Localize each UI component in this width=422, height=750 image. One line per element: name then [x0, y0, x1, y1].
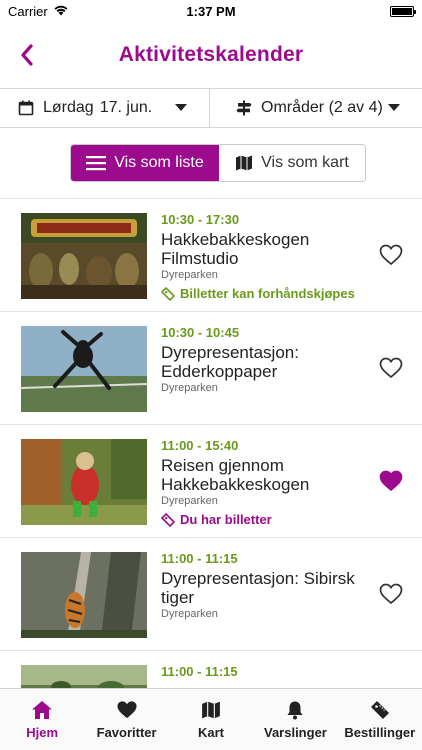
event-place: Dyreparken: [161, 269, 218, 281]
event-place: Dyreparken: [161, 382, 218, 394]
favorite-button[interactable]: [378, 582, 404, 606]
map-view-button[interactable]: Vis som kart: [219, 145, 365, 181]
tab-map[interactable]: Kart: [169, 689, 253, 750]
event-thumbnail: [21, 213, 147, 299]
map-view-label: Vis som kart: [261, 154, 349, 171]
event-info: 10:30 - 10:45 Dyrepresentasjon: Edderkop…: [161, 325, 366, 395]
event-thumbnail: [21, 665, 147, 688]
event-time: 11:00 - 15:40: [161, 438, 239, 453]
tab-orders[interactable]: Bestillinger: [338, 689, 422, 750]
caret-down-icon: [175, 104, 187, 112]
event-title: Dyrepresentasjon: Sibirsk tiger: [161, 569, 355, 607]
list-view-label: Vis som liste: [114, 154, 204, 171]
nav-bar: Aktivitetskalender: [0, 22, 422, 88]
event-tag: Du har billetter: [161, 512, 366, 528]
date-filter[interactable]: Lørdag 17. jun.: [0, 89, 210, 127]
event-title: Hakkebakkeskogen Filmstudio: [161, 230, 310, 268]
favorite-button[interactable]: [378, 356, 404, 380]
status-left: Carrier: [8, 4, 69, 19]
back-button[interactable]: [12, 40, 42, 70]
ticket-icon: [370, 699, 390, 721]
event-tag-label: Du har billetter: [180, 512, 272, 527]
home-icon: [31, 699, 53, 721]
event-item[interactable]: 11:00 - 11:15 Dyrepresentasjon: Sibirsk …: [0, 538, 422, 651]
event-item[interactable]: 11:00 - 15:40 Reisen gjennom Hakkebakkes…: [0, 425, 422, 538]
heart-outline-icon: [379, 583, 403, 605]
heart-filled-icon: [379, 470, 403, 492]
event-item[interactable]: 10:30 - 10:45 Dyrepresentasjon: Edderkop…: [0, 312, 422, 425]
tab-notifications-label: Varslinger: [263, 725, 327, 740]
heart-outline-icon: [379, 244, 403, 266]
page-title: Aktivitetskalender: [118, 43, 304, 66]
battery-icon: [390, 5, 416, 17]
ticket-icon: [161, 513, 175, 527]
event-list: 10:30 - 17:30 Hakkebakkeskogen Filmstudi…: [0, 198, 422, 688]
tab-favorites-label: Favoritter: [96, 725, 157, 740]
event-item[interactable]: 11:00 - 11:15: [0, 651, 422, 688]
battery-level: [392, 7, 412, 15]
favorite-button[interactable]: [378, 469, 404, 493]
event-place: Dyreparken: [161, 495, 218, 507]
ticket-icon: [161, 287, 175, 301]
event-info: 11:00 - 11:15 Dyrepresentasjon: Sibirsk …: [161, 551, 366, 621]
event-time: 11:00 - 11:15: [161, 551, 238, 566]
map-icon: [236, 155, 253, 171]
list-view-button[interactable]: Vis som liste: [71, 145, 219, 181]
event-info: 11:00 - 11:15: [161, 664, 366, 680]
view-toggle: Vis som liste Vis som kart: [70, 144, 366, 182]
filter-bar: Lørdag 17. jun. Områder (2 av 4): [0, 88, 422, 128]
event-tag: Billetter kan forhåndskjøpes: [161, 286, 366, 302]
event-thumbnail: [21, 326, 147, 412]
event-thumbnail: [21, 439, 147, 525]
signpost-icon: [236, 100, 252, 116]
event-time: 10:30 - 10:45: [161, 325, 240, 340]
chevron-left-icon: [21, 44, 33, 66]
heart-outline-icon: [379, 357, 403, 379]
date-filter-day: Lørdag: [43, 99, 94, 116]
date-filter-date: 17. jun.: [99, 99, 153, 116]
tab-bar: Hjem Favoritter Kart Varslinger Bestilli…: [0, 688, 422, 750]
area-filter-label: Områder (2 av 4): [261, 99, 383, 116]
event-place: Dyreparken: [161, 608, 218, 620]
bell-icon: [286, 699, 304, 721]
caret-down-icon: [388, 104, 400, 112]
tab-home-label: Hjem: [26, 725, 59, 740]
event-title: Reisen gjennom Hakkebakkeskogen: [161, 456, 310, 494]
calendar-icon: [18, 100, 34, 116]
event-info: 10:30 - 17:30 Hakkebakkeskogen Filmstudi…: [161, 212, 366, 302]
heart-icon: [116, 699, 138, 721]
status-bar: Carrier 1:37 PM: [0, 0, 422, 22]
event-tag-label: Billetter kan forhåndskjøpes: [180, 286, 355, 301]
area-filter[interactable]: Områder (2 av 4): [210, 89, 422, 127]
event-title: Dyrepresentasjon: Edderkoppaper: [161, 343, 299, 381]
wifi-icon: [53, 4, 69, 19]
tab-home[interactable]: Hjem: [0, 689, 84, 750]
event-time: 11:00 - 11:15: [161, 664, 238, 679]
map-icon: [201, 699, 221, 721]
favorite-button[interactable]: [378, 243, 404, 267]
carrier-label: Carrier: [8, 3, 48, 19]
tab-orders-label: Bestillinger: [344, 725, 416, 740]
tab-notifications[interactable]: Varslinger: [253, 689, 337, 750]
event-time: 10:30 - 17:30: [161, 212, 240, 227]
tab-favorites[interactable]: Favoritter: [84, 689, 168, 750]
event-info: 11:00 - 15:40 Reisen gjennom Hakkebakkes…: [161, 438, 366, 528]
event-item[interactable]: 10:30 - 17:30 Hakkebakkeskogen Filmstudi…: [0, 199, 422, 312]
list-icon: [86, 156, 107, 171]
event-thumbnail: [21, 552, 147, 638]
tab-map-label: Kart: [198, 725, 225, 740]
